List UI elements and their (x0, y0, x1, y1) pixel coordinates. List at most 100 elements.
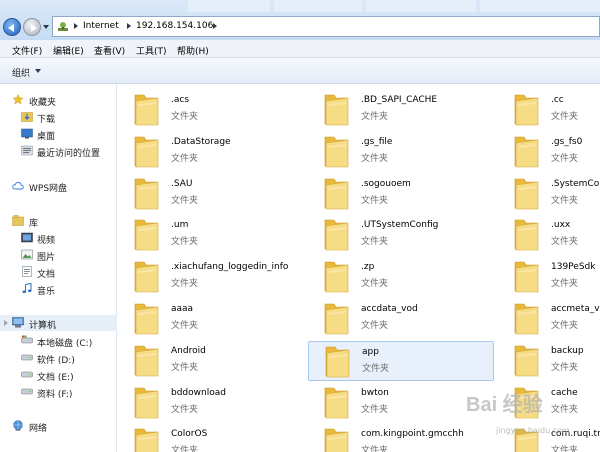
folder-icon (134, 261, 159, 293)
folder-item[interactable]: ColorOS 文件夹 (118, 424, 304, 452)
folder-item[interactable]: .BD_SAPI_CACHE 文件夹 (308, 90, 494, 130)
folder-name: 139PeSdk (551, 262, 596, 272)
folder-item[interactable]: aaaa 文件夹 (118, 299, 304, 339)
document-icon (22, 266, 32, 277)
folder-icon (324, 178, 349, 210)
forward-arrow-icon[interactable] (23, 18, 41, 36)
nav-item-label: 视频 (37, 236, 56, 246)
nav-item-label: 下载 (37, 115, 56, 125)
breadcrumb-separator-icon[interactable] (74, 23, 78, 29)
folder-item[interactable]: .DataStorage 文件夹 (118, 132, 304, 172)
background-tab[interactable] (274, 0, 362, 12)
folder-type: 文件夹 (171, 279, 199, 289)
recent-places-icon (21, 145, 33, 156)
folder-type: 文件夹 (551, 363, 579, 373)
breadcrumb-internet[interactable]: Internet (83, 21, 119, 31)
folder-item[interactable]: 139PeSdk 文件夹 (498, 257, 600, 297)
folder-icon (134, 387, 159, 419)
nav-item-label: 资料 (F:) (37, 390, 73, 400)
breadcrumb-host[interactable]: 192.168.154.106 (136, 21, 213, 31)
folder-type: 文件夹 (551, 279, 579, 289)
folder-item[interactable]: .UTSystemConfig 文件夹 (308, 215, 494, 255)
folder-item[interactable]: .SAU 文件夹 (118, 174, 304, 214)
folder-item[interactable]: .xiachufang_loggedin_info 文件夹 (118, 257, 304, 297)
menu-help[interactable]: 帮助(H) (177, 44, 209, 57)
nav-item-drive-c[interactable]: 本地磁盘 (C:) (0, 333, 117, 349)
menu-tools[interactable]: 工具(T) (136, 44, 167, 57)
cloud-icon (12, 181, 24, 190)
chevron-down-icon[interactable] (35, 69, 41, 73)
folder-name: aaaa (171, 304, 194, 314)
folder-icon (324, 428, 349, 452)
folder-icon (324, 303, 349, 335)
nav-item-desktop[interactable]: 桌面 (0, 126, 117, 142)
folder-type: 文件夹 (361, 446, 389, 452)
breadcrumb-separator-icon[interactable] (213, 23, 217, 29)
nav-favorites[interactable]: 收藏夹 (0, 92, 117, 108)
collapse-arrow-icon[interactable] (4, 320, 8, 326)
nav-item-recent[interactable]: 最近访问的位置 (0, 143, 117, 159)
folder-item[interactable]: .gs_fs0 文件夹 (498, 132, 600, 172)
picture-icon (21, 249, 33, 260)
folder-name: .SAU (171, 179, 193, 189)
nav-item-drive-e[interactable]: 文档 (E:) (0, 367, 117, 383)
folder-item[interactable]: bddownload 文件夹 (118, 383, 304, 423)
nav-item-pictures[interactable]: 图片 (0, 247, 117, 263)
menu-view[interactable]: 查看(V) (94, 44, 125, 57)
folder-item[interactable]: .zp 文件夹 (308, 257, 494, 297)
folder-item[interactable]: .sogouoem 文件夹 (308, 174, 494, 214)
nav-item-label: 图片 (37, 253, 56, 263)
folder-type: 文件夹 (361, 321, 389, 331)
folder-item[interactable]: accmeta_vo 文件夹 (498, 299, 600, 339)
nav-item-documents[interactable]: 文档 (0, 264, 117, 280)
folder-item[interactable]: Android 文件夹 (118, 341, 304, 381)
navigation-pane: 收藏夹 下载 桌面 最近访问的位置 WPS网盘 库 视频 图片 文档 音乐 计算… (0, 84, 117, 452)
nav-item-videos[interactable]: 视频 (0, 230, 117, 246)
folder-item[interactable]: backup 文件夹 (498, 341, 600, 381)
folder-item[interactable]: .acs 文件夹 (118, 90, 304, 130)
organize-button[interactable]: 组织 (12, 66, 30, 79)
folder-item[interactable]: .uxx 文件夹 (498, 215, 600, 255)
nav-wps-drive[interactable]: WPS网盘 (0, 178, 117, 194)
folder-icon (514, 94, 539, 126)
folder-type: 文件夹 (361, 112, 389, 122)
menu-edit[interactable]: 编辑(E) (53, 44, 84, 57)
nav-computer[interactable]: 计算机 (0, 315, 117, 331)
folder-icon (324, 94, 349, 126)
folder-type: 文件夹 (171, 363, 199, 373)
folder-item[interactable]: .SystemCon 文件夹 (498, 174, 600, 214)
nav-item-downloads[interactable]: 下载 (0, 109, 117, 125)
star-icon (12, 94, 24, 105)
folder-name: .acs (171, 95, 190, 105)
nav-library[interactable]: 库 (0, 213, 117, 229)
folder-item[interactable]: .cc 文件夹 (498, 90, 600, 130)
folder-item[interactable]: app 文件夹 (308, 341, 494, 381)
nav-library-label: 库 (29, 219, 39, 229)
nav-item-drive-f[interactable]: 资料 (F:) (0, 384, 117, 400)
nav-item-drive-d[interactable]: 软件 (D:) (0, 350, 117, 366)
folder-item[interactable]: accdata_vod 文件夹 (308, 299, 494, 339)
folder-icon (134, 136, 159, 168)
title-and-address-area: Internet 192.168.154.106 (0, 0, 600, 40)
folder-item[interactable]: .gs_file 文件夹 (308, 132, 494, 172)
folder-type: 文件夹 (551, 446, 579, 452)
history-dropdown-icon[interactable] (43, 25, 49, 29)
folder-icon (514, 303, 539, 335)
nav-computer-label: 计算机 (29, 321, 57, 331)
folder-icon (324, 387, 349, 419)
background-tab[interactable] (480, 0, 600, 12)
nav-network[interactable]: 网络 (0, 418, 117, 434)
background-tab[interactable] (366, 0, 476, 12)
address-bar[interactable]: Internet 192.168.154.106 (52, 16, 600, 37)
breadcrumb-separator-icon[interactable] (127, 23, 131, 29)
folder-type: 文件夹 (171, 112, 199, 122)
folder-icon (134, 94, 159, 126)
folder-item[interactable]: .um 文件夹 (118, 215, 304, 255)
menu-file[interactable]: 文件(F) (12, 44, 42, 57)
background-tab[interactable] (188, 0, 270, 12)
nav-item-music[interactable]: 音乐 (0, 281, 117, 297)
back-arrow-icon[interactable] (3, 18, 21, 36)
command-bar: 组织 (0, 58, 600, 84)
folder-name: .uxx (551, 220, 571, 230)
folder-icon (134, 428, 159, 452)
